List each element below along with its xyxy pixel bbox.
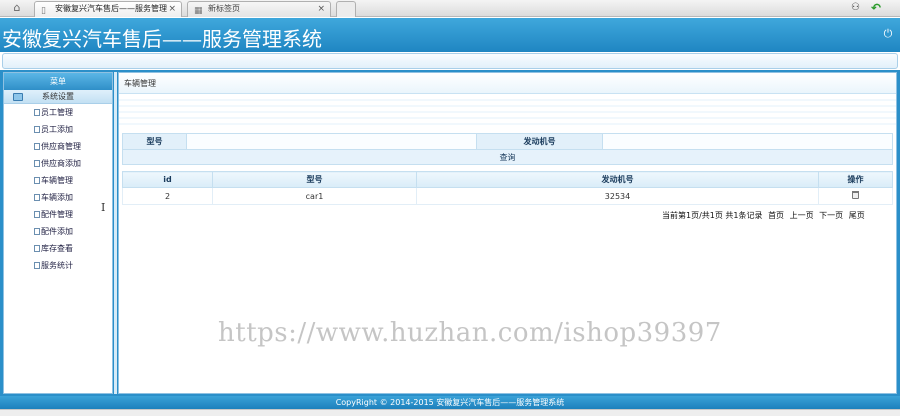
page-icon: [34, 109, 40, 116]
page-icon: [34, 143, 40, 150]
cell-engine: 32534: [416, 187, 819, 205]
sidebar-item-vehicle-management[interactable]: 车辆管理: [4, 172, 112, 189]
page-icon: [34, 245, 40, 252]
tab-title: 安徽复兴汽车售后——服务管理: [55, 4, 167, 13]
sidebar-item-supplier-add[interactable]: 供应商添加: [4, 155, 112, 172]
pagination: 当前第1页/共1页 共1条记录 首页 上一页 下一页 尾页: [659, 210, 865, 221]
last-page-link[interactable]: 尾页: [849, 211, 865, 220]
decorative-stripes: [119, 95, 896, 125]
sidebar-item-inventory[interactable]: 库存查看: [4, 240, 112, 257]
tab-title: 新标签页: [208, 4, 240, 13]
sidebar-item-label: 员工添加: [41, 125, 73, 134]
toolbar-strip: [2, 53, 898, 69]
sidebar-menu: 菜单 系统设置 员工管理 员工添加 供应商管理 供应商添加 车辆管理 车辆添加 …: [3, 72, 113, 394]
engine-label: 发动机号: [476, 133, 603, 150]
sidebar-item-label: 员工管理: [41, 108, 73, 117]
sidebar-item-employee-add[interactable]: 员工添加: [4, 121, 112, 138]
page-icon: [34, 262, 40, 269]
table-header: id 型号 发动机号 操作: [122, 171, 893, 188]
page-icon: ▯: [41, 6, 46, 16]
home-icon[interactable]: ⌂: [9, 2, 25, 14]
sidebar-item-label: 配件添加: [41, 227, 73, 236]
vehicle-table: id 型号 发动机号 操作 2 car1 32534: [122, 171, 893, 205]
sidebar-item-service-stats[interactable]: 服务统计: [4, 257, 112, 274]
close-icon[interactable]: ×: [317, 2, 325, 16]
pagination-summary: 当前第1页/共1页 共1条记录: [662, 211, 763, 220]
model-label: 型号: [122, 133, 187, 150]
page-icon: [34, 194, 40, 201]
page-icon: [34, 211, 40, 218]
column-header-model: 型号: [212, 171, 417, 188]
sidebar-item-label: 车辆管理: [41, 176, 73, 185]
cell-actions: [818, 187, 893, 205]
model-input[interactable]: [186, 133, 477, 150]
footer: CopyRight © 2014-2015 安徽复兴汽车售后——服务管理系统: [0, 396, 900, 409]
sidebar-item-employee-management[interactable]: 员工管理: [4, 104, 112, 121]
column-header-actions: 操作: [818, 171, 893, 188]
menu-group-label: 系统设置: [42, 92, 74, 101]
browser-tab-new-page[interactable]: ▦ 新标签页 ×: [187, 1, 331, 17]
sidebar-item-parts-management[interactable]: 配件管理: [4, 206, 112, 223]
sidebar-item-supplier-management[interactable]: 供应商管理: [4, 138, 112, 155]
user-icon[interactable]: ⚇: [851, 2, 863, 14]
first-page-link[interactable]: 首页: [768, 211, 784, 220]
cell-model: car1: [212, 187, 417, 205]
page-icon: [34, 177, 40, 184]
sidebar-item-label: 服务统计: [41, 261, 73, 270]
column-header-engine: 发动机号: [416, 171, 819, 188]
engine-input[interactable]: [602, 133, 893, 150]
watermark: https://www.huzhan.com/ishop39397: [218, 318, 722, 348]
sidebar-item-label: 供应商添加: [41, 159, 81, 168]
app-header: 安徽复兴汽车售后——服务管理系统 ⏻: [0, 18, 900, 52]
column-header-id: id: [122, 171, 213, 188]
menu-group-system-settings[interactable]: 系统设置: [4, 90, 112, 104]
next-page-link[interactable]: 下一页: [819, 211, 843, 220]
sidebar-item-label: 配件管理: [41, 210, 73, 219]
sidebar-item-label: 供应商管理: [41, 142, 81, 151]
search-form: 型号 发动机号 查询: [122, 133, 893, 165]
page-title: 车辆管理: [119, 73, 896, 94]
grid-icon: ▦: [194, 6, 203, 16]
browser-tab-active[interactable]: ▯ 安徽复兴汽车售后——服务管理 ×: [34, 1, 182, 17]
table-row: 2 car1 32534: [122, 187, 893, 205]
cell-id: 2: [122, 187, 213, 205]
app-title: 安徽复兴汽车售后——服务管理系统: [2, 27, 322, 51]
sidebar-splitter[interactable]: [114, 72, 117, 394]
page-icon: [34, 126, 40, 133]
sidebar-item-parts-add[interactable]: 配件添加: [4, 223, 112, 240]
back-arrow-icon[interactable]: ↶: [871, 1, 885, 15]
page-icon: [34, 160, 40, 167]
power-icon[interactable]: ⏻: [882, 28, 894, 40]
folder-icon: [13, 93, 23, 101]
prev-page-link[interactable]: 上一页: [790, 211, 814, 220]
trash-icon[interactable]: [852, 191, 859, 199]
sidebar-item-vehicle-add[interactable]: 车辆添加: [4, 189, 112, 206]
browser-status-bar: [0, 409, 900, 416]
sidebar-item-label: 车辆添加: [41, 193, 73, 202]
menu-heading: 菜单: [4, 73, 112, 90]
close-icon[interactable]: ×: [168, 2, 176, 16]
text-cursor-icon: I: [101, 201, 106, 214]
query-button[interactable]: 查询: [122, 149, 893, 165]
new-tab-button[interactable]: [336, 1, 356, 17]
browser-tab-strip: ⌂ ▯ 安徽复兴汽车售后——服务管理 × ▦ 新标签页 × ⚇ ↶: [0, 0, 900, 17]
page-icon: [34, 228, 40, 235]
sidebar-item-label: 库存查看: [41, 244, 73, 253]
